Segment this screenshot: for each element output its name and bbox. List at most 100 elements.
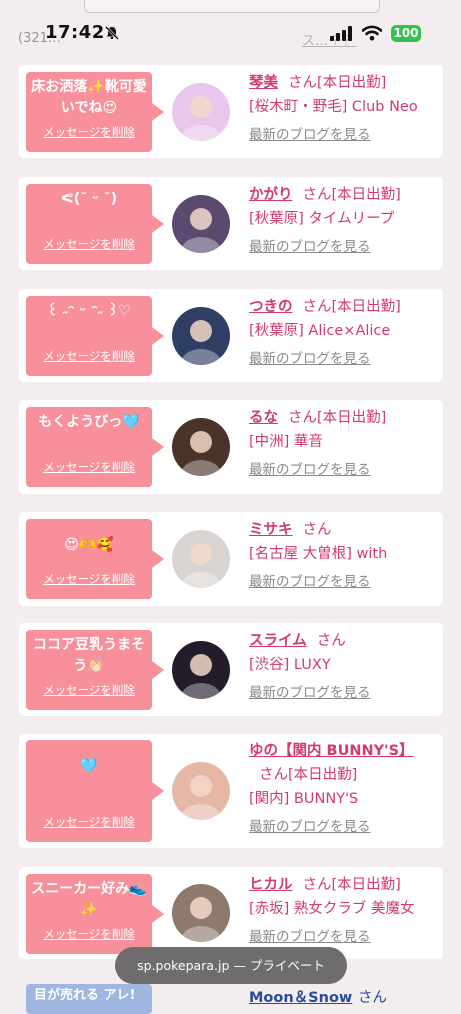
latest-blog-link[interactable]: 最新のブログを見る [249,681,437,701]
avatar-portrait-icon [181,543,221,588]
cast-name-link[interactable]: スライム [249,633,307,649]
name-line: つきの さん[本日出勤] [249,295,437,319]
avatar[interactable] [172,82,230,141]
latest-blog-link[interactable]: 最新のブログを見る [249,123,437,143]
attendance-status: [本日出勤] [331,299,401,315]
latest-blog-link[interactable]: 最新のブログを見る [249,458,437,478]
message-card: 床お洒落✨靴可愛いでね😍 メッセージを削除 琴美 さん[本日出勤] [桜木町・野毛] C… [19,65,443,158]
avatar-portrait-icon [181,319,221,365]
san-label: さん [302,299,332,315]
shop-name: [名古屋 大曽根] with [249,546,388,562]
name-line: ミサキ さん [249,518,437,542]
avatar[interactable] [172,306,230,365]
name-line: ゆの【関内 BUNNY'S】さん[本日出勤] [249,739,437,787]
shop-name: [赤坂] 熟女クラブ 美魔女 [249,901,415,917]
cast-name-link[interactable]: かがり [249,187,293,203]
avatar[interactable] [172,884,230,942]
san-label: さん [302,187,332,203]
san-label: さん [302,522,332,538]
cast-info: スライム さん [渋谷] LUXY 最新のブログを見る [249,629,437,701]
latest-blog-link[interactable]: 最新のブログを見る [249,925,437,945]
delete-message-link[interactable]: メッセージを削除 [26,571,152,587]
shop-name: [渋谷] LUXY [249,657,331,673]
attendance-status: [本日出勤] [317,410,387,426]
san-label: さん [288,410,317,426]
latest-blog-link[interactable]: 最新のブログを見る [249,347,437,367]
name-line: スライム さん [249,629,437,653]
name-line: るな さん[本日出勤] [249,406,437,430]
cast-name-link[interactable]: るな [249,410,278,426]
message-text: ꒰ ˶ᵔ ᵕ ᵔ˶ ꒱♡ [47,303,131,319]
shop-name: [秋葉原] タイムリープ [249,211,395,227]
message-text: スニーカー好み👟✨ [31,881,147,918]
cast-info: るな さん[本日出勤] [中洲] 華音 最新のブログを見る [249,406,437,478]
message-card: スニーカー好み👟✨ メッセージを削除 ヒカル さん[本日出勤] [赤坂] 熟女クラブ 美… [19,867,443,959]
name-line: かがり さん[本日出勤] [249,183,437,207]
message-text: もくようびっ🩵 [38,414,140,430]
message-card: 😍🫶🥰 メッセージを削除 ミサキ さん [名古屋 大曽根] with 最新のブログを見る [19,512,443,606]
avatar-portrait-icon [181,95,221,141]
message-bubble: 🩵 メッセージを削除 [26,740,164,842]
bell-slash-icon [105,26,119,40]
delete-message-link[interactable]: メッセージを削除 [26,814,152,830]
cast-info: つきの さん[本日出勤] [秋葉原] Alice×Alice 最新のブログを見る [249,295,437,367]
shop-name: [桜木町・野毛] Club Neo [249,99,418,115]
message-card: ᕙ(˘ ᵕ ˘) メッセージを削除 かがり さん[本日出勤] [秋葉原] タイムリープ最… [19,177,443,270]
delete-message-link[interactable]: メッセージを削除 [26,926,152,942]
message-bubble: もくようびっ🩵 メッセージを削除 [26,407,164,487]
message-bubble: ココア豆乳うまそう👏🏻 メッセージを削除 [26,630,164,710]
delete-message-link[interactable]: メッセージを削除 [26,682,152,698]
cast-name-link[interactable]: つきの [249,299,293,315]
san-label: さん [302,877,332,893]
avatar[interactable] [172,762,230,820]
cast-name-link[interactable]: ヒカル [249,877,293,893]
wifi-icon [362,25,382,41]
cast-info: ゆの【関内 BUNNY'S】さん[本日出勤] [関内] BUNNY'S 最新のブログ… [249,739,437,835]
avatar[interactable] [172,194,230,253]
san-label: さん [288,75,317,91]
attendance-status: [本日出勤] [331,877,401,893]
san-label: さん [259,767,288,783]
message-bubble: スニーカー好み👟✨ メッセージを削除 [26,874,164,954]
cast-name-link[interactable]: 琴美 [249,75,278,91]
message-bubble: 床お洒落✨靴可愛いでね😍 メッセージを削除 [26,72,164,152]
latest-blog-link[interactable]: 最新のブログを見る [249,570,437,590]
avatar-portrait-icon [181,431,221,476]
cast-name-link-peek[interactable]: Moon＆Snow [249,986,352,1007]
avatar-portrait-icon [181,775,221,820]
cast-info: 琴美 さん[本日出勤] [桜木町・野毛] Club Neo 最新のブログを見る [249,71,437,143]
message-card: 🩵 メッセージを削除 ゆの【関内 BUNNY'S】さん[本日出勤] [関内] BUNN… [19,734,443,848]
cast-info: ヒカル さん[本日出勤] [赤坂] 熟女クラブ 美魔女最新のブログを見る [249,873,437,945]
delete-message-link[interactable]: メッセージを削除 [26,459,152,475]
avatar[interactable] [172,530,230,588]
message-bubble-peek: 目が売れる アレ! [26,984,152,1014]
avatar-portrait-icon [181,207,221,253]
shop-name: [関内] BUNNY'S [249,791,359,807]
cast-name-link[interactable]: ゆの【関内 BUNNY'S】 [249,743,414,759]
avatar[interactable] [172,640,230,699]
delete-message-link[interactable]: メッセージを削除 [26,124,152,140]
status-time: 17:42 [45,22,105,43]
delete-message-link[interactable]: メッセージを削除 [26,348,152,364]
avatar[interactable] [172,418,230,476]
message-card: ꒰ ˶ᵔ ᵕ ᵔ˶ ꒱♡ メッセージを削除 つきの さん[本日出勤] [秋葉原] Ali… [19,289,443,382]
san-label-peek: さん [358,990,387,1006]
message-card: ココア豆乳うまそう👏🏻 メッセージを削除 スライム さん [渋谷] LUXY 最新のブログ… [19,623,443,716]
message-text: ᕙ(˘ ᵕ ˘) [60,191,118,207]
cast-name-link[interactable]: ミサキ [249,522,293,538]
message-text: 床お洒落✨靴可愛いでね😍 [31,79,147,116]
name-line: ヒカル さん[本日出勤] [249,873,437,897]
delete-message-link[interactable]: メッセージを削除 [26,236,152,252]
attendance-status: [本日出勤] [331,187,401,203]
url-bar-pill[interactable]: sp.pokepara.jp — プライベート [115,947,347,984]
battery-indicator: 100 [391,25,421,42]
cast-info: ミサキ さん [名古屋 大曽根] with 最新のブログを見る [249,518,437,590]
message-text: 🩵 [80,758,98,774]
latest-blog-link[interactable]: 最新のブログを見る [249,815,437,835]
shop-name: [秋葉原] Alice×Alice [249,323,391,339]
cellular-signal-icon [330,26,352,41]
avatar-portrait-icon [181,897,221,942]
message-card: もくようびっ🩵 メッセージを削除 るな さん[本日出勤] [中洲] 華音 最新のブログを見… [19,400,443,494]
message-bubble: 😍🫶🥰 メッセージを削除 [26,519,164,599]
latest-blog-link[interactable]: 最新のブログを見る [249,235,437,255]
